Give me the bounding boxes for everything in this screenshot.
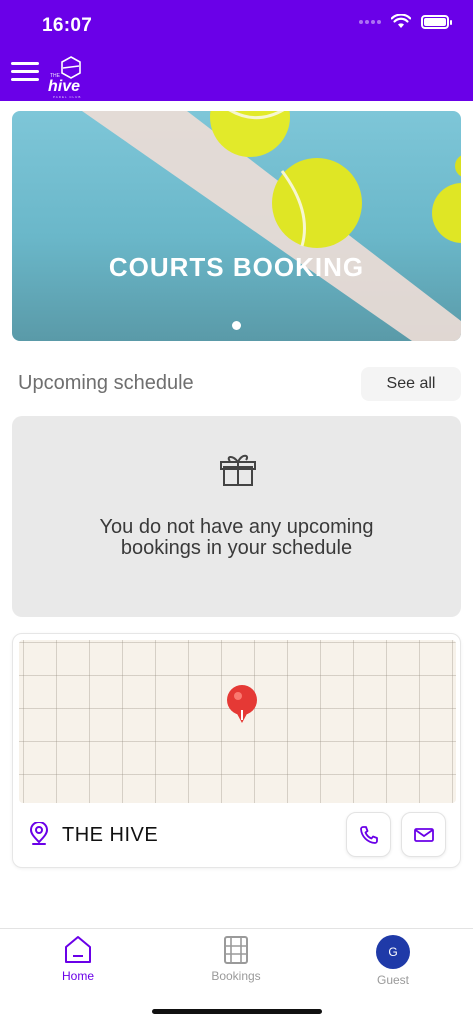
menu-button[interactable] [11,62,39,84]
logo-text: hive [48,78,81,95]
upcoming-schedule-title: Upcoming schedule [18,372,194,394]
home-icon [65,936,91,963]
location-card: THE HIVE [12,633,461,868]
gift-box-icon [220,454,256,486]
home-indicator [152,1009,322,1014]
avatar: G [376,935,410,969]
map-view[interactable] [19,640,456,803]
logo-subtitle: PADEL CLUB [53,95,82,99]
empty-schedule-card: You do not have any upcoming bookings in… [12,416,461,617]
status-time: 16:07 [42,15,93,36]
empty-line-1: You do not have any upcoming [99,516,374,538]
map-pin-icon [227,685,257,723]
tab-bookings[interactable]: Bookings [191,935,281,991]
location-name: THE HIVE [62,824,159,846]
mail-icon [413,827,434,842]
tab-bookings-label: Bookings [211,969,261,983]
tab-home[interactable]: Home [33,935,123,991]
empty-line-2: bookings in your schedule [120,537,353,559]
status-icons [359,14,452,29]
call-button[interactable] [346,812,391,857]
tennis-court-image [82,111,461,341]
tab-guest[interactable]: G Guest [348,935,438,991]
wifi-icon [391,14,411,28]
carousel-indicator[interactable] [232,321,241,330]
location-pin-icon [29,822,49,845]
tab-home-label: Home [61,969,94,983]
battery-icon [421,14,452,29]
app-header: 16:07 THE hive PADEL CLUB [0,0,473,101]
banner-title: COURTS BOOKING [108,252,365,282]
empty-schedule-message: You do not have any upcoming bookings in… [12,517,461,559]
see-all-button[interactable]: See all [361,367,461,401]
tab-guest-label: Guest [376,973,409,987]
courts-booking-banner[interactable] [12,111,461,341]
email-button[interactable] [401,812,446,857]
signal-icon [359,19,381,24]
bookings-icon [224,936,248,964]
phone-icon [359,825,378,844]
